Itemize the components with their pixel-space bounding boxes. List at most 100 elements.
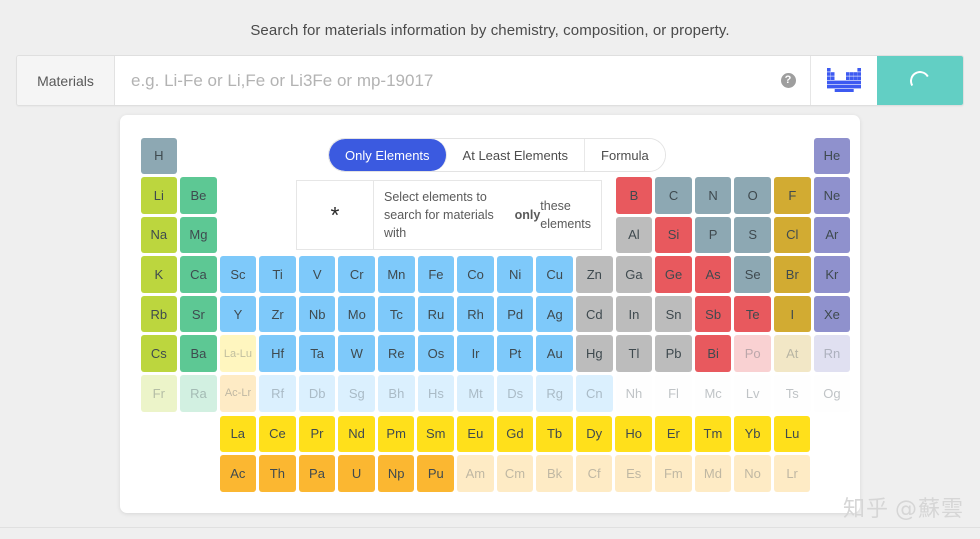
element-cell-Sb[interactable]: Sb	[695, 296, 732, 333]
element-cell-Sm[interactable]: Sm	[417, 416, 454, 453]
element-cell-V[interactable]: V	[299, 256, 336, 293]
periodic-table-toggle-button[interactable]	[810, 56, 877, 105]
element-cell-Au[interactable]: Au	[536, 335, 573, 372]
element-cell-Co[interactable]: Co	[457, 256, 494, 293]
search-input[interactable]	[129, 70, 766, 92]
element-cell-Hf[interactable]: Hf	[259, 335, 296, 372]
element-cell-Cf: Cf	[576, 455, 613, 492]
element-cell-Ga[interactable]: Ga	[616, 256, 653, 293]
element-cell-Np[interactable]: Np	[378, 455, 415, 492]
element-cell-Y[interactable]: Y	[220, 296, 257, 333]
element-cell-N[interactable]: N	[695, 177, 732, 214]
element-cell-Rh[interactable]: Rh	[457, 296, 494, 333]
element-cell-Th[interactable]: Th	[259, 455, 296, 492]
element-cell-Am: Am	[457, 455, 494, 492]
element-cell-Li[interactable]: Li	[141, 177, 178, 214]
element-cell-Kr[interactable]: Kr	[814, 256, 851, 293]
tab-at-least-elements[interactable]: At Least Elements	[447, 139, 586, 171]
element-cell-Sc[interactable]: Sc	[220, 256, 257, 293]
element-cell-La[interactable]: La	[220, 416, 257, 453]
element-cell-Zn[interactable]: Zn	[576, 256, 613, 293]
element-cell-Ac[interactable]: Ac	[220, 455, 257, 492]
element-cell-In[interactable]: In	[616, 296, 653, 333]
element-cell-He[interactable]: He	[814, 138, 851, 175]
element-cell-Eu[interactable]: Eu	[457, 416, 494, 453]
element-cell-Ho[interactable]: Ho	[615, 416, 652, 453]
element-cell-Ne[interactable]: Ne	[814, 177, 851, 214]
element-cell-Na[interactable]: Na	[141, 217, 178, 254]
element-cell-Mg[interactable]: Mg	[180, 217, 217, 254]
element-cell-Se[interactable]: Se	[734, 256, 771, 293]
element-cell-Pr[interactable]: Pr	[299, 416, 336, 453]
element-cell-Pt[interactable]: Pt	[497, 335, 534, 372]
search-submit-button[interactable]	[877, 56, 963, 105]
element-cell-Ni[interactable]: Ni	[497, 256, 534, 293]
element-cell-Xe[interactable]: Xe	[814, 296, 851, 333]
element-cell-Ru[interactable]: Ru	[418, 296, 455, 333]
element-cell-Db: Db	[299, 375, 336, 412]
element-cell-Tb[interactable]: Tb	[536, 416, 573, 453]
element-cell-Pm[interactable]: Pm	[378, 416, 415, 453]
element-cell-Lu[interactable]: Lu	[774, 416, 811, 453]
element-cell-Zr[interactable]: Zr	[259, 296, 296, 333]
element-cell-K[interactable]: K	[141, 256, 178, 293]
tab-only-elements[interactable]: Only Elements	[329, 139, 447, 171]
element-cell-Ta[interactable]: Ta	[299, 335, 336, 372]
element-cell-Rb[interactable]: Rb	[141, 296, 178, 333]
element-cell-Fe[interactable]: Fe	[418, 256, 455, 293]
element-cell-Sn[interactable]: Sn	[655, 296, 692, 333]
element-cell-Sr[interactable]: Sr	[180, 296, 217, 333]
element-cell-Ag[interactable]: Ag	[536, 296, 573, 333]
wildcard-button[interactable]: *	[296, 180, 374, 250]
element-cell-Cs[interactable]: Cs	[141, 335, 178, 372]
element-cell-Si[interactable]: Si	[655, 217, 692, 254]
element-cell-Nb[interactable]: Nb	[299, 296, 336, 333]
element-cell-W[interactable]: W	[338, 335, 375, 372]
element-cell-Nd[interactable]: Nd	[338, 416, 375, 453]
element-cell-Cd[interactable]: Cd	[576, 296, 613, 333]
element-cell-Ge[interactable]: Ge	[655, 256, 692, 293]
element-cell-Ce[interactable]: Ce	[259, 416, 296, 453]
element-cell-Pu[interactable]: Pu	[417, 455, 454, 492]
element-cell-Br[interactable]: Br	[774, 256, 811, 293]
element-cell-Tm[interactable]: Tm	[695, 416, 732, 453]
element-cell-C[interactable]: C	[655, 177, 692, 214]
element-cell-U[interactable]: U	[338, 455, 375, 492]
element-cell-Dy[interactable]: Dy	[576, 416, 613, 453]
element-cell-Te[interactable]: Te	[734, 296, 771, 333]
element-cell-Cl[interactable]: Cl	[774, 217, 811, 254]
element-cell-Hg[interactable]: Hg	[576, 335, 613, 372]
element-cell-P[interactable]: P	[695, 217, 732, 254]
element-cell-Cu[interactable]: Cu	[536, 256, 573, 293]
element-cell-Be[interactable]: Be	[180, 177, 217, 214]
element-cell-Tl[interactable]: Tl	[616, 335, 653, 372]
element-cell-Yb[interactable]: Yb	[734, 416, 771, 453]
element-cell-Pb[interactable]: Pb	[655, 335, 692, 372]
tab-formula[interactable]: Formula	[585, 139, 665, 171]
element-cell-Cr[interactable]: Cr	[338, 256, 375, 293]
element-cell-H[interactable]: H	[141, 138, 178, 175]
element-cell-Pa[interactable]: Pa	[299, 455, 336, 492]
element-cell-O[interactable]: O	[734, 177, 771, 214]
element-cell-F[interactable]: F	[774, 177, 811, 214]
element-cell-I[interactable]: I	[774, 296, 811, 333]
element-cell-Re[interactable]: Re	[378, 335, 415, 372]
element-cell-Er[interactable]: Er	[655, 416, 692, 453]
element-cell-Al[interactable]: Al	[616, 217, 653, 254]
element-cell-Pd[interactable]: Pd	[497, 296, 534, 333]
element-cell-B[interactable]: B	[616, 177, 653, 214]
element-cell-S[interactable]: S	[734, 217, 771, 254]
help-button[interactable]: ?	[766, 56, 810, 105]
element-cell-Tc[interactable]: Tc	[378, 296, 415, 333]
element-cell-Ar[interactable]: Ar	[814, 217, 851, 254]
element-cell-Mo[interactable]: Mo	[338, 296, 375, 333]
element-cell-Bi[interactable]: Bi	[695, 335, 732, 372]
element-cell-Ir[interactable]: Ir	[457, 335, 494, 372]
element-cell-As[interactable]: As	[695, 256, 732, 293]
element-cell-Mn[interactable]: Mn	[378, 256, 415, 293]
element-cell-Ti[interactable]: Ti	[259, 256, 296, 293]
element-cell-Ca[interactable]: Ca	[180, 256, 217, 293]
element-cell-Gd[interactable]: Gd	[497, 416, 534, 453]
element-cell-Ba[interactable]: Ba	[180, 335, 217, 372]
element-cell-Os[interactable]: Os	[418, 335, 455, 372]
